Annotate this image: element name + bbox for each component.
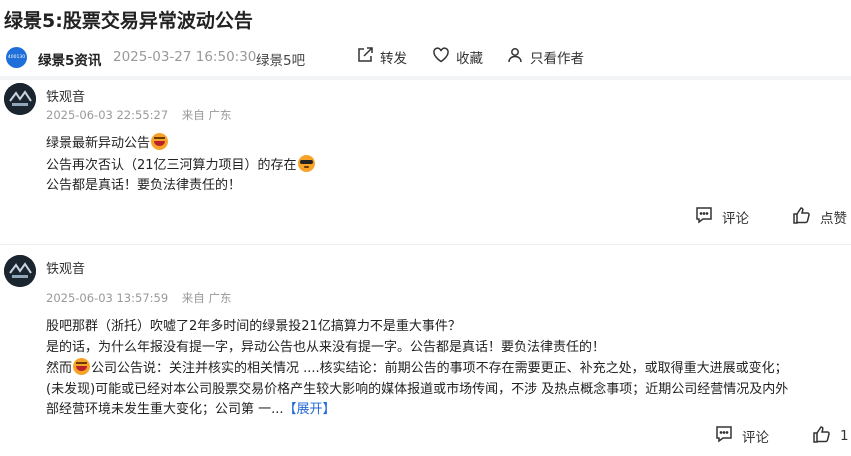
- publish-time: 2025-03-27 16:50:30: [113, 49, 257, 65]
- source-avatar[interactable]: 400130: [6, 47, 27, 68]
- favorite-label: 收藏: [456, 51, 483, 67]
- content-line: 是的话，为什么年报没有提一字，异动公告也从来没有提一字。公告都是真话！要负法律责…: [46, 339, 606, 355]
- content-line: 绿景最新异动公告: [46, 133, 316, 155]
- source-name[interactable]: 绿景5资讯: [38, 49, 101, 69]
- article-title: 绿景5:股票交易异常波动公告: [4, 10, 253, 32]
- post-meta: 2025-06-03 22:55:27 来自 广东: [46, 107, 231, 123]
- share-label: 转发: [380, 51, 407, 67]
- laughing-emoji-icon: [73, 358, 91, 375]
- content-line: 公告再次否认（21亿三河算力项目）的存在: [46, 154, 316, 177]
- avatar-image-icon: [4, 255, 36, 287]
- line-text: 公告都是真话！要负法律责任的！: [46, 178, 242, 193]
- comment-post: 铁观音 2025-06-03 13:57:59 来自 广东 股吧那群（浙托）吹嘘…: [0, 252, 851, 456]
- expand-link[interactable]: 【展开】: [284, 402, 336, 417]
- heart-icon: [432, 46, 450, 68]
- comment-button[interactable]: 评论: [714, 424, 769, 448]
- content-line: 部经营环境未发生重大变化；公司第 一...【展开】: [46, 400, 788, 421]
- like-label: 点赞: [820, 211, 847, 227]
- avatar-image-icon: [4, 83, 36, 115]
- comment-icon: [694, 205, 714, 229]
- article-meta-bar: 400130 绿景5资讯 2025-03-27 16:50:30 绿景5吧 转发…: [0, 42, 851, 74]
- like-button[interactable]: 1: [812, 424, 849, 448]
- laughing-emoji-icon: [151, 133, 169, 150]
- post-location: 来自 广东: [181, 291, 232, 305]
- comment-label: 评论: [722, 211, 749, 227]
- like-button[interactable]: 点赞: [792, 205, 847, 229]
- username[interactable]: 铁观音: [46, 258, 85, 277]
- post-meta: 2025-06-03 13:57:59 来自 广东: [46, 290, 231, 306]
- comment-post: 铁观音 2025-06-03 22:55:27 来自 广东 绿景最新异动公告 公…: [0, 80, 851, 240]
- thumbs-up-icon: [812, 424, 832, 448]
- post-time: 2025-06-03 22:55:27: [46, 108, 169, 122]
- content-line: 然而 公司公告说：关注并核实的相关情况 ....核实结论：前期公告的事项不存在需要…: [46, 358, 788, 380]
- post-time: 2025-06-03 13:57:59: [46, 291, 169, 305]
- post-location: 来自 广东: [181, 108, 232, 122]
- comment-button[interactable]: 评论: [694, 205, 749, 229]
- author-only-button[interactable]: 只看作者: [506, 46, 584, 68]
- author-only-label: 只看作者: [530, 51, 584, 67]
- sunglasses-emoji-icon: [297, 154, 315, 172]
- content-line: 公告都是真话！要负法律责任的！: [46, 176, 316, 197]
- content-line: (未发现)可能或已经对本公司股票交易价格产生较大影响的媒体报道或市场传闻，不涉 …: [46, 381, 789, 397]
- line-text: 公告再次否认（21亿三河算力项目）的存在: [46, 157, 297, 173]
- line-text: 绿景最新异动公告: [46, 136, 151, 151]
- content-line: 股吧那群（浙托）吹嘘了2年多时间的绿景投21亿搞算力不是重大事件？: [46, 319, 461, 334]
- favorite-button[interactable]: 收藏: [432, 46, 483, 68]
- share-icon: [356, 46, 374, 68]
- line-text: 然而: [46, 361, 73, 376]
- user-icon: [506, 46, 524, 68]
- post-divider: [0, 244, 851, 245]
- like-count: 1: [840, 428, 849, 444]
- thumbs-up-icon: [792, 205, 812, 229]
- comment-icon: [714, 424, 734, 448]
- post-content: 股吧那群（浙托）吹嘘了2年多时间的绿景投21亿搞算力不是重大事件？ 是的话，为什…: [46, 317, 788, 421]
- user-avatar[interactable]: [4, 83, 36, 115]
- comment-label: 评论: [742, 430, 769, 446]
- post-content: 绿景最新异动公告 公告再次否认（21亿三河算力项目）的存在 公告都是真话！要负法…: [46, 133, 316, 197]
- user-avatar[interactable]: [4, 255, 36, 287]
- share-button[interactable]: 转发: [356, 46, 407, 68]
- username[interactable]: 铁观音: [46, 86, 85, 105]
- line-text: 部经营环境未发生重大变化；公司第 一...: [46, 402, 284, 417]
- line-text: 公司公告说：关注并核实的相关情况 ....核实结论：前期公告的事项不存在需要更正…: [91, 361, 788, 376]
- bar-link[interactable]: 绿景5吧: [256, 49, 305, 69]
